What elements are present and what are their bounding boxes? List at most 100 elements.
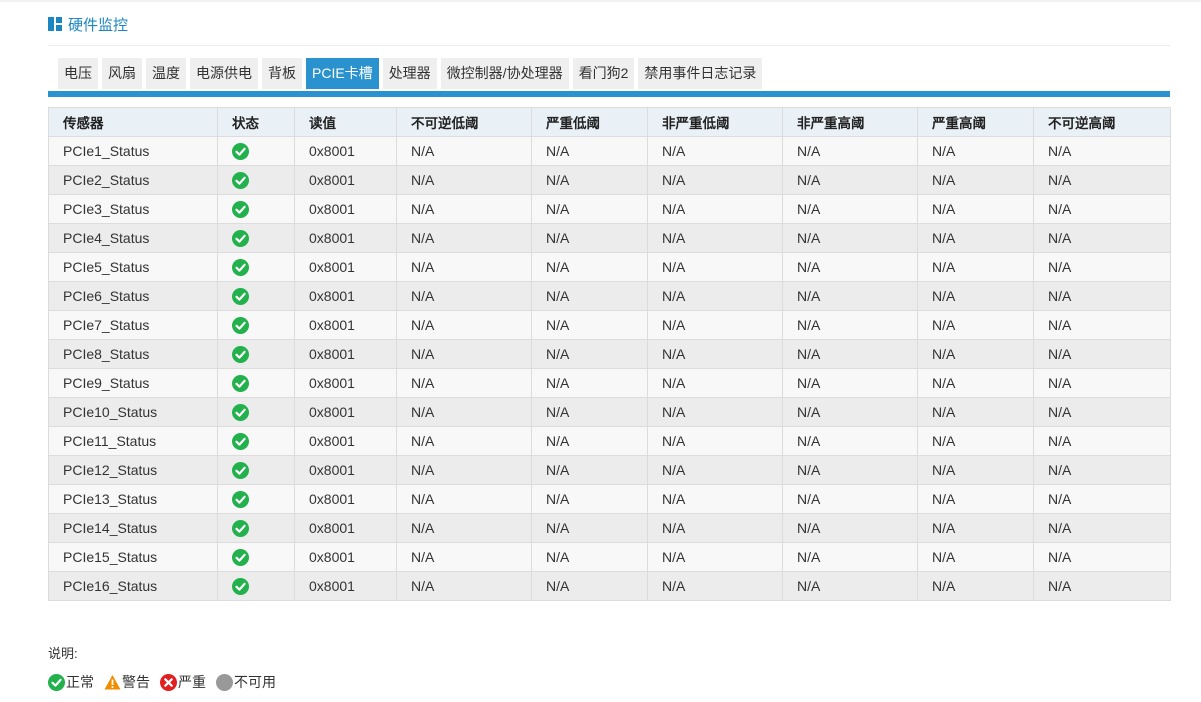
col-header-lower-nonrecoverable: 不可逆低阈 [396,107,532,137]
table-row: PCIe6_Status 0x8001 N/A N/A N/A N/A N/A N/A [48,281,1171,311]
col-header-lower-noncritical: 非严重低阈 [647,107,783,137]
upper-critical-cell: N/A [917,455,1034,485]
upper-nonrecoverable-cell: N/A [1033,513,1171,543]
upper-critical-cell: N/A [917,397,1034,427]
status-cell [217,484,295,514]
sensor-name-cell: PCIe10_Status [48,397,218,427]
page-header: 硬件监控 [48,14,128,34]
table-row: PCIe2_Status 0x8001 N/A N/A N/A N/A N/A N/A [48,165,1171,195]
lower-noncritical-cell: N/A [647,455,783,485]
lower-critical-cell: N/A [531,455,648,485]
upper-nonrecoverable-cell: N/A [1033,165,1171,195]
lower-critical-cell: N/A [531,252,648,282]
col-header-upper-noncritical: 非严重高阈 [782,107,918,137]
tab-4[interactable]: 背板 [262,58,302,89]
legend-normal-label: 正常 [66,674,94,690]
check-circle-icon [232,171,249,189]
check-circle-icon [48,673,65,691]
check-circle-icon [232,577,249,595]
legend-critical-label: 严重 [178,674,206,690]
col-header-upper-nonrecoverable: 不可逆高阈 [1033,107,1171,137]
col-header-upper-critical: 严重高阈 [917,107,1034,137]
tab-1[interactable]: 风扇 [102,58,142,89]
table-row: PCIe11_Status 0x8001 N/A N/A N/A N/A N/A N/A [48,426,1171,456]
lower-nonrecoverable-cell: N/A [396,397,532,427]
lower-critical-cell: N/A [531,165,648,195]
tab-2[interactable]: 温度 [146,58,186,89]
top-border [0,0,1201,2]
table-row: PCIe4_Status 0x8001 N/A N/A N/A N/A N/A N/A [48,223,1171,253]
lower-noncritical-cell: N/A [647,252,783,282]
reading-cell: 0x8001 [294,310,397,340]
upper-critical-cell: N/A [917,426,1034,456]
upper-critical-cell: N/A [917,252,1034,282]
upper-noncritical-cell: N/A [782,368,918,398]
lower-noncritical-cell: N/A [647,368,783,398]
upper-nonrecoverable-cell: N/A [1033,194,1171,224]
lower-nonrecoverable-cell: N/A [396,455,532,485]
upper-noncritical-cell: N/A [782,339,918,369]
upper-critical-cell: N/A [917,339,1034,369]
tab-7[interactable]: 微控制器/协处理器 [440,58,569,89]
check-circle-icon [232,345,249,363]
lower-noncritical-cell: N/A [647,223,783,253]
sensor-name-cell: PCIe9_Status [48,368,218,398]
upper-critical-cell: N/A [917,513,1034,543]
lower-nonrecoverable-cell: N/A [396,571,532,601]
table-row: PCIe16_Status 0x8001 N/A N/A N/A N/A N/A N/A [48,571,1171,601]
status-cell [217,281,295,311]
legend-warning: 警告 [104,672,150,692]
check-circle-icon [232,519,249,537]
upper-noncritical-cell: N/A [782,426,918,456]
sensor-tabs: 电压 风扇 温度 电源供电 背板 PCIE卡槽 处理器 微控制器/协处理器 看门狗2 禁用事件日志… [58,58,766,89]
lower-noncritical-cell: N/A [647,542,783,572]
status-cell [217,339,295,369]
check-circle-icon [232,258,249,276]
reading-cell: 0x8001 [294,223,397,253]
tab-8[interactable]: 看门狗2 [572,58,635,89]
status-cell [217,368,295,398]
reading-cell: 0x8001 [294,165,397,195]
sensor-name-cell: PCIe1_Status [48,136,218,166]
status-legend: 正常 警告 严重 不可用 [48,672,286,692]
tab-3[interactable]: 电源供电 [190,58,258,89]
tab-9[interactable]: 禁用事件日志记录 [638,58,763,89]
lower-critical-cell: N/A [531,136,648,166]
upper-noncritical-cell: N/A [782,165,918,195]
tab-0[interactable]: 电压 [58,58,98,89]
check-circle-icon [232,287,249,305]
sensor-table: 传感器 状态 读值 不可逆低阈 严重低阈 非严重低阈 非严重高阈 严重高阈 不可… [48,107,1171,601]
upper-critical-cell: N/A [917,223,1034,253]
warning-triangle-icon [104,674,121,689]
lower-critical-cell: N/A [531,513,648,543]
lower-noncritical-cell: N/A [647,281,783,311]
col-header-lower-critical: 严重低阈 [531,107,648,137]
status-cell [217,252,295,282]
check-circle-icon [232,229,249,247]
legend-warning-label: 警告 [122,674,150,690]
upper-noncritical-cell: N/A [782,455,918,485]
page-title: 硬件监控 [68,16,129,34]
status-cell [217,194,295,224]
check-circle-icon [232,548,249,566]
col-header-reading: 读值 [294,107,397,137]
sensor-name-cell: PCIe5_Status [48,252,218,282]
tab-5[interactable]: PCIE卡槽 [306,58,379,89]
table-row: PCIe15_Status 0x8001 N/A N/A N/A N/A N/A N/A [48,542,1171,572]
upper-noncritical-cell: N/A [782,136,918,166]
tab-6[interactable]: 处理器 [382,58,437,89]
lower-nonrecoverable-cell: N/A [396,136,532,166]
table-row: PCIe14_Status 0x8001 N/A N/A N/A N/A N/A N/A [48,513,1171,543]
lower-noncritical-cell: N/A [647,484,783,514]
upper-nonrecoverable-cell: N/A [1033,252,1171,282]
status-cell [217,310,295,340]
upper-nonrecoverable-cell: N/A [1033,542,1171,572]
lower-critical-cell: N/A [531,339,648,369]
upper-nonrecoverable-cell: N/A [1033,484,1171,514]
sensor-name-cell: PCIe13_Status [48,484,218,514]
upper-noncritical-cell: N/A [782,310,918,340]
status-cell [217,397,295,427]
check-circle-icon [232,432,249,450]
upper-nonrecoverable-cell: N/A [1033,136,1171,166]
tab-underline-bar [48,91,1170,97]
